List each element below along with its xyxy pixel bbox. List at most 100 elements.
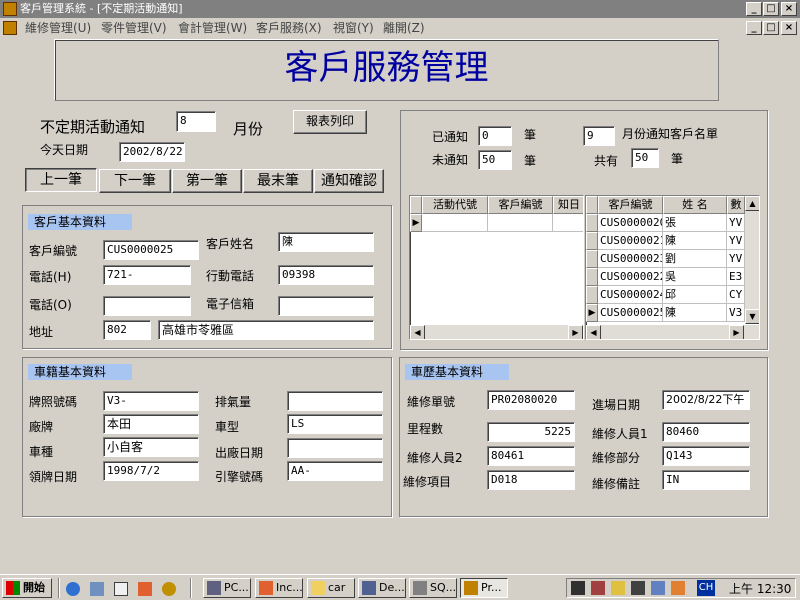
task-inbox[interactable]: Inc... (255, 578, 303, 598)
activity-col-header[interactable]: 活動代號 (422, 196, 488, 214)
customer-hscrollbar[interactable]: ◀ ▶ (586, 325, 759, 339)
activity-grid[interactable]: 活動代號 客戶編號 知日 ▶ ◀ ▶ (409, 195, 584, 340)
mdi-close-button[interactable]: × (781, 21, 797, 35)
customer-grid-cell[interactable]: YV (727, 214, 745, 232)
tray-icon[interactable] (671, 581, 685, 595)
email-field[interactable] (278, 296, 374, 316)
customer-grid-cell[interactable]: 陳 (663, 232, 727, 250)
phone-home-field[interactable]: 721- (103, 265, 191, 285)
prev-record-button[interactable]: 上一筆 (25, 168, 97, 192)
notified-count-field[interactable]: 0 (478, 126, 512, 146)
customer-grid-cell[interactable]: CUS0000021 (598, 232, 663, 250)
customer-grid-cell[interactable]: V3 (727, 304, 745, 322)
activity-hscrollbar[interactable]: ◀ ▶ (410, 325, 583, 339)
scroll-up-icon[interactable]: ▲ (745, 196, 759, 211)
tray-icon[interactable] (651, 581, 665, 595)
license-date-field[interactable]: 1998/7/2 (103, 461, 199, 481)
row-header[interactable] (586, 250, 598, 268)
tray-icon[interactable] (611, 581, 625, 595)
customer-grid-cell[interactable]: CUS0000020 (598, 214, 663, 232)
phone-office-field[interactable] (103, 296, 191, 316)
speaker-icon[interactable] (571, 581, 585, 595)
customer-grid-cell[interactable]: 陳 (663, 304, 727, 322)
mdi-restore-button[interactable]: □ (763, 21, 779, 35)
scroll-down-icon[interactable]: ▼ (745, 309, 759, 324)
customer-col-header[interactable]: 姓 名 (663, 196, 727, 214)
mdi-minimize-button[interactable]: _ (746, 21, 762, 35)
repair-note-field[interactable]: IN (662, 470, 750, 490)
customer-col-header[interactable]: 數 (727, 196, 745, 214)
menu-repair[interactable]: 維修管理(U) (25, 18, 91, 38)
menu-exit[interactable]: 離開(Z) (383, 18, 425, 38)
confirm-notice-button[interactable]: 通知確認 (314, 169, 384, 193)
outlook-icon[interactable] (138, 582, 152, 596)
first-record-button[interactable]: 第一筆 (172, 169, 242, 193)
scroll-right-icon[interactable]: ▶ (568, 325, 583, 339)
minimize-button[interactable]: _ (746, 2, 762, 16)
task-designer[interactable]: De... (358, 578, 406, 598)
customer-grid-cell[interactable]: CUS0000025 (598, 304, 663, 322)
maximize-button[interactable]: □ (763, 2, 779, 16)
last-record-button[interactable]: 最末筆 (243, 169, 313, 193)
scroll-left-icon[interactable]: ◀ (410, 325, 425, 339)
customer-grid-cell[interactable]: CUS0000023 (598, 250, 663, 268)
menu-window[interactable]: 視窗(Y) (333, 18, 374, 38)
desktop-icon[interactable] (114, 582, 128, 596)
address-field[interactable]: 高雄市苓雅區 (158, 320, 374, 340)
row-header[interactable] (586, 214, 598, 232)
next-record-button[interactable]: 下一筆 (99, 169, 171, 193)
ie-icon[interactable] (66, 582, 80, 596)
scroll-left-icon[interactable]: ◀ (586, 325, 601, 339)
mileage-field[interactable]: 5225 (487, 422, 575, 442)
zip-code-field[interactable]: 802 (103, 320, 151, 340)
task-program[interactable]: Pr... (460, 578, 508, 598)
today-date-field[interactable]: 2002/8/22 (119, 142, 185, 162)
customer-grid-cell[interactable]: CUS0000022 (598, 268, 663, 286)
list-month-field[interactable]: 9 (583, 126, 615, 146)
menu-accounting[interactable]: 會計管理(W) (178, 18, 247, 38)
displacement-field[interactable] (287, 391, 383, 411)
ime-indicator[interactable]: CH (697, 580, 715, 596)
brand-field[interactable]: 本田 (103, 414, 199, 434)
print-report-button[interactable]: 報表列印 (293, 110, 367, 134)
customer-grid-cell[interactable]: CUS0000024 (598, 286, 663, 304)
repair-dept-field[interactable]: Q143 (662, 446, 750, 466)
clock[interactable]: 上午 12:30 (729, 580, 791, 598)
mobile-field[interactable]: 09398 (278, 265, 374, 285)
customer-col-header[interactable]: 客戶編號 (598, 196, 663, 214)
month-input[interactable]: 8 (176, 111, 216, 132)
customer-grid-cell[interactable]: E3 (727, 268, 745, 286)
engine-no-field[interactable]: AA- (287, 461, 383, 481)
vehicle-type-field[interactable]: 小自客 (103, 437, 199, 457)
customer-grid-cell[interactable]: CY (727, 286, 745, 304)
network-icon[interactable] (90, 582, 104, 596)
menu-parts[interactable]: 零件管理(V) (101, 18, 167, 38)
close-button[interactable]: × (781, 2, 797, 16)
customer-grid-cell[interactable]: YV (727, 232, 745, 250)
customer-grid-cell[interactable]: 張 (663, 214, 727, 232)
task-sql[interactable]: SQ... (409, 578, 457, 598)
technician2-field[interactable]: 80461 (487, 446, 575, 466)
total-count-field[interactable]: 50 (631, 148, 659, 168)
customer-list-grid[interactable]: 客戶編號 姓 名 數 CUS0000020 張 YV CUS0000021 陳 YV CUS… (585, 195, 760, 340)
task-pc[interactable]: PC... (203, 578, 251, 598)
row-header[interactable] (586, 286, 598, 304)
customer-grid-cell[interactable]: 劉 (663, 250, 727, 268)
customer-id-field[interactable]: CUS0000025 (103, 240, 199, 260)
tray-icon[interactable] (631, 581, 645, 595)
tray-icon[interactable] (591, 581, 605, 595)
customer-vscrollbar[interactable]: ▲ ▼ (745, 196, 759, 324)
customer-grid-cell[interactable]: 邱 (663, 286, 727, 304)
menu-customer-service[interactable]: 客戶服務(X) (256, 18, 322, 38)
repair-no-field[interactable]: PR02080020 (487, 390, 575, 410)
task-car-folder[interactable]: car (307, 578, 355, 598)
model-field[interactable]: LS (287, 414, 383, 434)
not-notified-count-field[interactable]: 50 (478, 150, 512, 170)
customer-grid-cell[interactable]: 吳 (663, 268, 727, 286)
entry-date-field[interactable]: 2002/8/22下午 (662, 390, 750, 410)
scroll-right-icon[interactable]: ▶ (729, 325, 744, 339)
start-button[interactable]: 開始 (2, 578, 52, 598)
row-header[interactable] (586, 268, 598, 286)
activity-col-header[interactable]: 知日 (553, 196, 583, 214)
technician1-field[interactable]: 80460 (662, 422, 750, 442)
